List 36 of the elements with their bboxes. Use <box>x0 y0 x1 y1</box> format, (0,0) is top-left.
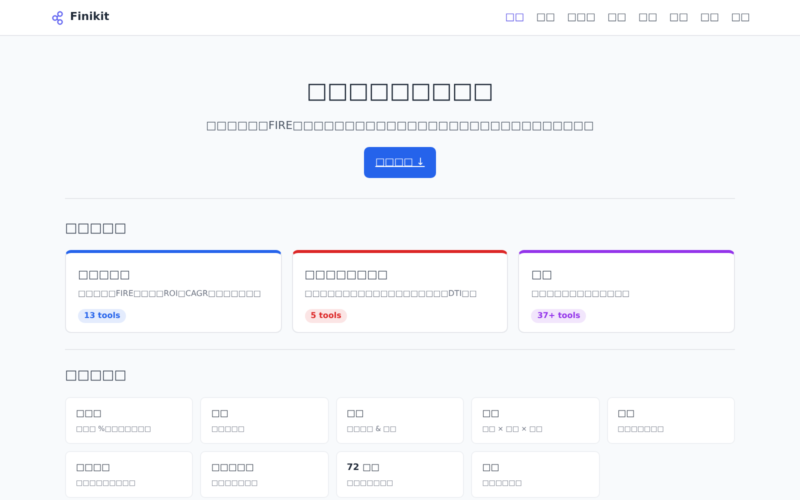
card-title: □□□□□□□□ <box>304 267 389 283</box>
card-description: □□□□□□□□□□□□□□□□□□□DTI□□ <box>304 288 478 300</box>
category-card[interactable]: □□□□□□□□ □□□□□□□□□□□□□□□□□□□DTI□□ 5 tools <box>292 250 508 333</box>
nav-link[interactable]: □□ <box>505 10 524 25</box>
tool-count: 13 tools <box>78 308 126 322</box>
nav-link[interactable]: □□ <box>700 10 720 25</box>
brand-name: Finikit <box>70 9 110 26</box>
nav-link[interactable]: □□□ <box>567 10 596 25</box>
tool-title: □□ <box>211 408 230 420</box>
card-description: □□□□□□□□□□□□□ <box>531 288 631 300</box>
nav-link[interactable]: □□ <box>638 10 658 25</box>
category-card[interactable]: □□□□□ □□□□□FIRE□□□□ROI□CAGR□□□□□□□ 13 tools <box>65 250 282 333</box>
card-title: □□□□□ <box>78 267 131 283</box>
tool-title: □□□□□ <box>211 462 255 474</box>
nav-link[interactable]: □□ <box>731 10 750 25</box>
tool-title: □□ <box>346 408 365 420</box>
tool-title: □□ <box>618 408 636 420</box>
card-title: □□ <box>531 267 554 283</box>
hero-subtitle: □□□□□□FIRE□□□□□□□□□□□□□□□□□□□□□□□□□□□□□ <box>206 118 594 134</box>
section-title: □□□□□ <box>65 220 128 238</box>
nav-link[interactable]: □□ <box>536 10 556 25</box>
tool-title: 72 □□ <box>346 462 380 474</box>
section-title: □□□□□ <box>65 367 128 385</box>
tool-title: □□ <box>482 408 500 420</box>
tool-title: □□ <box>482 462 500 474</box>
logo-icon <box>52 10 64 24</box>
start-button[interactable]: □□□□ ↓ <box>364 146 436 178</box>
card-description: □□□□□FIRE□□□□ROI□CAGR□□□□□□□ <box>78 288 262 300</box>
hero-title: □□□□□□□□□ <box>306 78 494 106</box>
tool-count: 5 tools <box>304 308 348 322</box>
tool-title: □□□□ <box>76 462 112 474</box>
nav-link[interactable]: □□ <box>607 10 626 25</box>
nav-link[interactable]: □□ <box>669 10 688 25</box>
category-card[interactable]: □□ □□□□□□□□□□□□□ 37+ tools <box>518 250 735 333</box>
tool-count: 37+ tools <box>531 308 586 322</box>
tool-title: □□□ <box>76 408 103 420</box>
